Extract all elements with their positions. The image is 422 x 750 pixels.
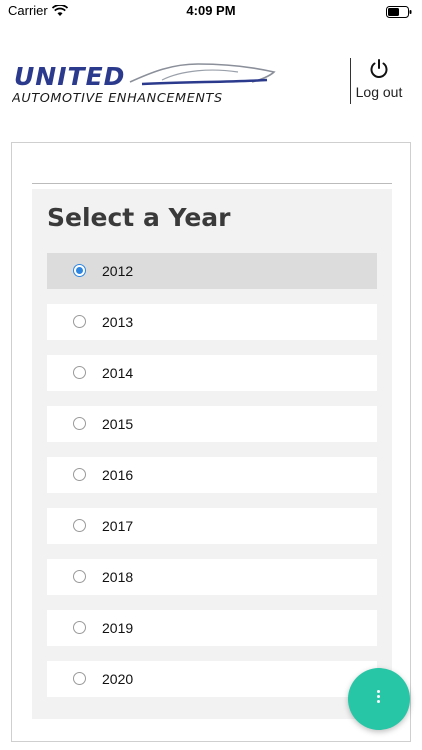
year-option-label: 2018 bbox=[102, 569, 134, 585]
year-list: 2012 2013 2014 2015 2016 2017 2018 2019 2020 bbox=[47, 253, 377, 712]
year-radio[interactable] bbox=[73, 519, 86, 532]
year-radio[interactable] bbox=[73, 264, 86, 277]
brand-logo: UNITED AUTOMOTIVE ENHANCEMENTS bbox=[11, 58, 278, 106]
year-option-label: 2020 bbox=[102, 671, 134, 687]
year-option[interactable]: 2019 bbox=[47, 610, 377, 646]
logo-line1: UNITED bbox=[14, 62, 125, 91]
status-bar: Carrier 4:09 PM bbox=[0, 0, 422, 24]
year-radio[interactable] bbox=[73, 315, 86, 328]
year-radio[interactable] bbox=[73, 672, 86, 685]
year-option-label: 2013 bbox=[102, 314, 134, 330]
year-option-label: 2016 bbox=[102, 467, 134, 483]
year-option[interactable]: 2015 bbox=[47, 406, 377, 442]
year-option-label: 2014 bbox=[102, 365, 134, 381]
more-options-button[interactable] bbox=[348, 668, 410, 730]
year-option[interactable]: 2020 bbox=[47, 661, 377, 697]
year-radio[interactable] bbox=[73, 621, 86, 634]
logo-line2: AUTOMOTIVE ENHANCEMENTS bbox=[12, 91, 223, 106]
battery-icon bbox=[386, 5, 412, 23]
logout-label: Log out bbox=[355, 84, 403, 100]
year-option[interactable]: 2012 bbox=[47, 253, 377, 289]
year-radio[interactable] bbox=[73, 570, 86, 583]
year-option-label: 2019 bbox=[102, 620, 134, 636]
year-option[interactable]: 2016 bbox=[47, 457, 377, 493]
year-option-label: 2015 bbox=[102, 416, 134, 432]
clock: 4:09 PM bbox=[186, 3, 236, 18]
year-option[interactable]: 2013 bbox=[47, 304, 377, 340]
logout-button[interactable]: Log out bbox=[352, 58, 406, 106]
year-picker-card: Select a Year 2012 2013 2014 2015 2016 2017 20… bbox=[11, 142, 411, 742]
year-radio[interactable] bbox=[73, 366, 86, 379]
year-radio[interactable] bbox=[73, 468, 86, 481]
more-vertical-icon bbox=[377, 690, 381, 708]
page-title: Select a Year bbox=[47, 203, 231, 232]
year-option-label: 2017 bbox=[102, 518, 134, 534]
power-icon bbox=[352, 58, 406, 80]
card-divider bbox=[32, 183, 392, 184]
year-option[interactable]: 2014 bbox=[47, 355, 377, 391]
year-option[interactable]: 2018 bbox=[47, 559, 377, 595]
year-radio[interactable] bbox=[73, 417, 86, 430]
header-divider bbox=[350, 58, 351, 104]
year-option[interactable]: 2017 bbox=[47, 508, 377, 544]
year-option-label: 2012 bbox=[102, 263, 134, 279]
year-picker-panel: Select a Year 2012 2013 2014 2015 2016 2017 20… bbox=[32, 189, 392, 719]
